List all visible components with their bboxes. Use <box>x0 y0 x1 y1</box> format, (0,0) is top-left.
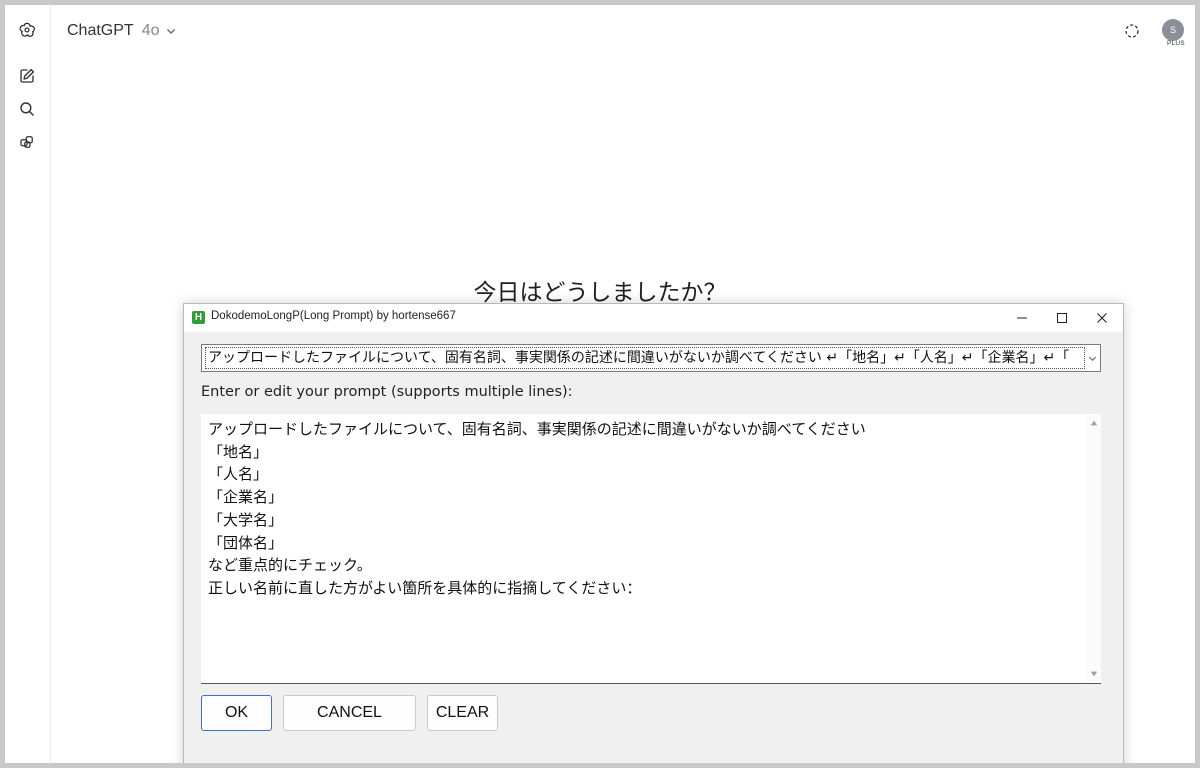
close-button[interactable] <box>1082 304 1122 332</box>
gpts-icon[interactable] <box>16 131 38 153</box>
prompt-label: Enter or edit your prompt (supports mult… <box>201 384 573 400</box>
app-logo-icon: H <box>192 311 205 324</box>
new-chat-icon[interactable] <box>16 65 38 87</box>
minimize-icon <box>1017 317 1027 319</box>
prompt-history-combobox[interactable]: アップロードしたファイルについて、固有名詞、事実関係の記述に間違いがないか調べて… <box>201 344 1101 372</box>
clear-button[interactable]: CLEAR <box>427 695 498 731</box>
app-window: ChatGPT 4o S PLUS 今日はどうしましたか？ H Dokodemo… <box>5 5 1195 763</box>
maximize-icon <box>1057 313 1067 323</box>
editor-scrollbar[interactable] <box>1086 414 1101 682</box>
sidebar-rail <box>5 5 51 763</box>
search-icon[interactable] <box>16 98 38 120</box>
chevron-down-icon <box>167 29 176 34</box>
window-title: DokodemoLongP(Long Prompt) by hortense66… <box>211 310 456 322</box>
ok-button[interactable]: OK <box>201 695 272 731</box>
long-prompt-dialog: H DokodemoLongP(Long Prompt) by hortense… <box>183 303 1124 763</box>
prompt-textarea[interactable]: アップロードしたファイルについて、固有名詞、事実関係の記述に間違いがないか調べて… <box>208 418 1078 678</box>
maximize-button[interactable] <box>1042 304 1082 332</box>
minimize-button[interactable] <box>1002 304 1042 332</box>
plan-badge: PLUS <box>1167 40 1185 47</box>
combo-dropdown-button[interactable] <box>1086 350 1098 366</box>
avatar[interactable]: S <box>1162 19 1184 41</box>
combo-selected-value[interactable]: アップロードしたファイルについて、固有名詞、事実関係の記述に間違いがないか調べて… <box>205 347 1085 369</box>
model-version: 4o <box>141 22 160 39</box>
temporary-chat-icon[interactable] <box>1121 20 1143 42</box>
prompt-editor: アップロードしたファイルについて、固有名詞、事実関係の記述に間違いがないか調べて… <box>201 414 1101 684</box>
model-selector[interactable]: ChatGPT 4o <box>67 19 177 43</box>
scroll-up-arrow-icon[interactable] <box>1089 418 1098 427</box>
close-icon <box>1097 313 1107 323</box>
openai-logo-icon[interactable] <box>16 19 38 41</box>
chevron-down-icon <box>1088 356 1096 361</box>
greeting-heading: 今日はどうしましたか？ <box>473 280 727 306</box>
model-name: ChatGPT <box>67 22 134 39</box>
dialog-titlebar[interactable]: H DokodemoLongP(Long Prompt) by hortense… <box>184 304 1123 332</box>
scroll-down-arrow-icon[interactable] <box>1089 669 1098 678</box>
cancel-button[interactable]: CANCEL <box>283 695 416 731</box>
